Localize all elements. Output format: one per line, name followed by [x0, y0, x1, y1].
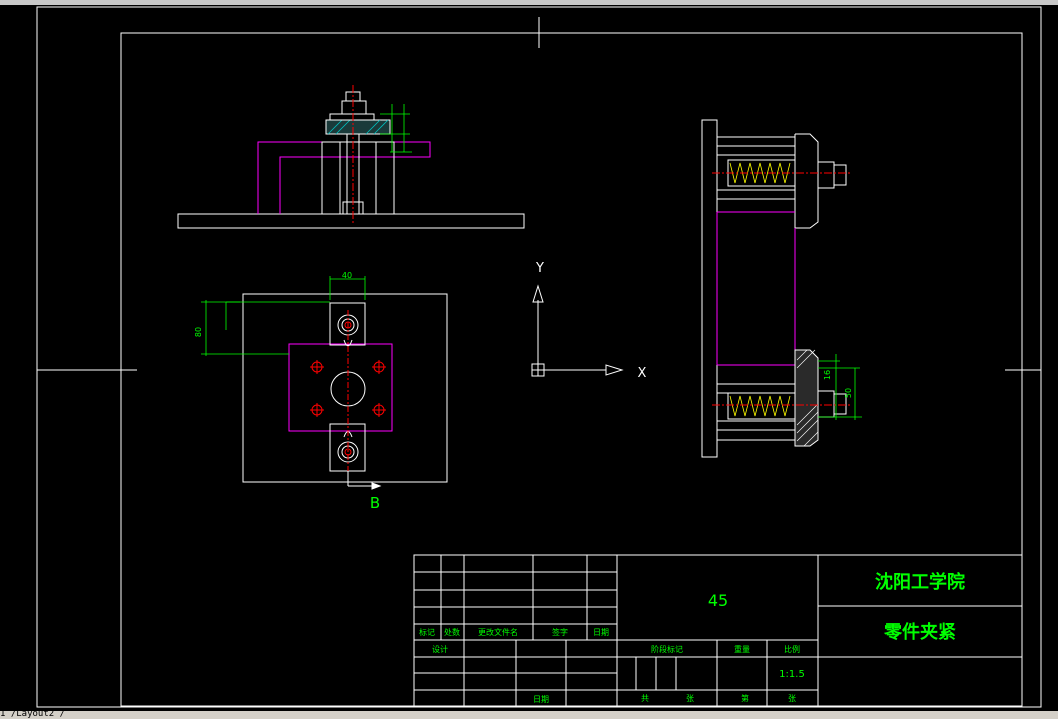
col-count: 处数: [444, 627, 460, 637]
dim-top-width: 40: [342, 271, 352, 280]
scale-label: 比例: [784, 644, 800, 654]
outer-sheet-border: [36, 6, 1042, 708]
cad-drawing-canvas[interactable]: 40 80 B Y X 16 50 沈阳工学院 零件夹紧 45 标记 处数 更改…: [0, 0, 1058, 719]
date-label: 日期: [533, 695, 549, 704]
title-material: 45: [708, 591, 728, 610]
section-label-b: B: [370, 494, 380, 512]
centering-marks: [37, 17, 1041, 371]
col-doc: 更改文件名: [478, 627, 518, 637]
front-view: [177, 85, 525, 229]
dim-left-height: 80: [194, 327, 203, 337]
title-drawing-name: 零件夹紧: [883, 621, 956, 643]
col-date: 日期: [593, 628, 609, 637]
dim-right-large: 50: [844, 388, 853, 398]
weight-label: 重量: [734, 644, 750, 654]
sheet-total-label: 共: [641, 694, 649, 703]
designer-label: 设计: [432, 644, 448, 654]
ucs-x-label: X: [638, 366, 647, 381]
col-sign: 签字: [552, 627, 568, 637]
stage-mark-label: 阶段标记: [651, 644, 683, 654]
ucs-y-label: Y: [535, 261, 544, 276]
ucs-icon: [531, 284, 624, 377]
col-mark: 标记: [419, 627, 435, 637]
dim-right-small: 16: [823, 370, 832, 380]
sheet-num-label: 第: [741, 693, 749, 703]
sheet-label: 张: [686, 694, 694, 703]
status-bar: [0, 711, 1058, 719]
layout-tabs-text[interactable]: 1 /Layout2 /: [0, 709, 65, 719]
sheet-num-label-2: 张: [788, 694, 796, 703]
scale-value: 1:1.5: [779, 669, 805, 680]
top-view: [201, 276, 448, 490]
title-institution: 沈阳工学院: [875, 571, 965, 593]
side-view: [701, 119, 862, 458]
